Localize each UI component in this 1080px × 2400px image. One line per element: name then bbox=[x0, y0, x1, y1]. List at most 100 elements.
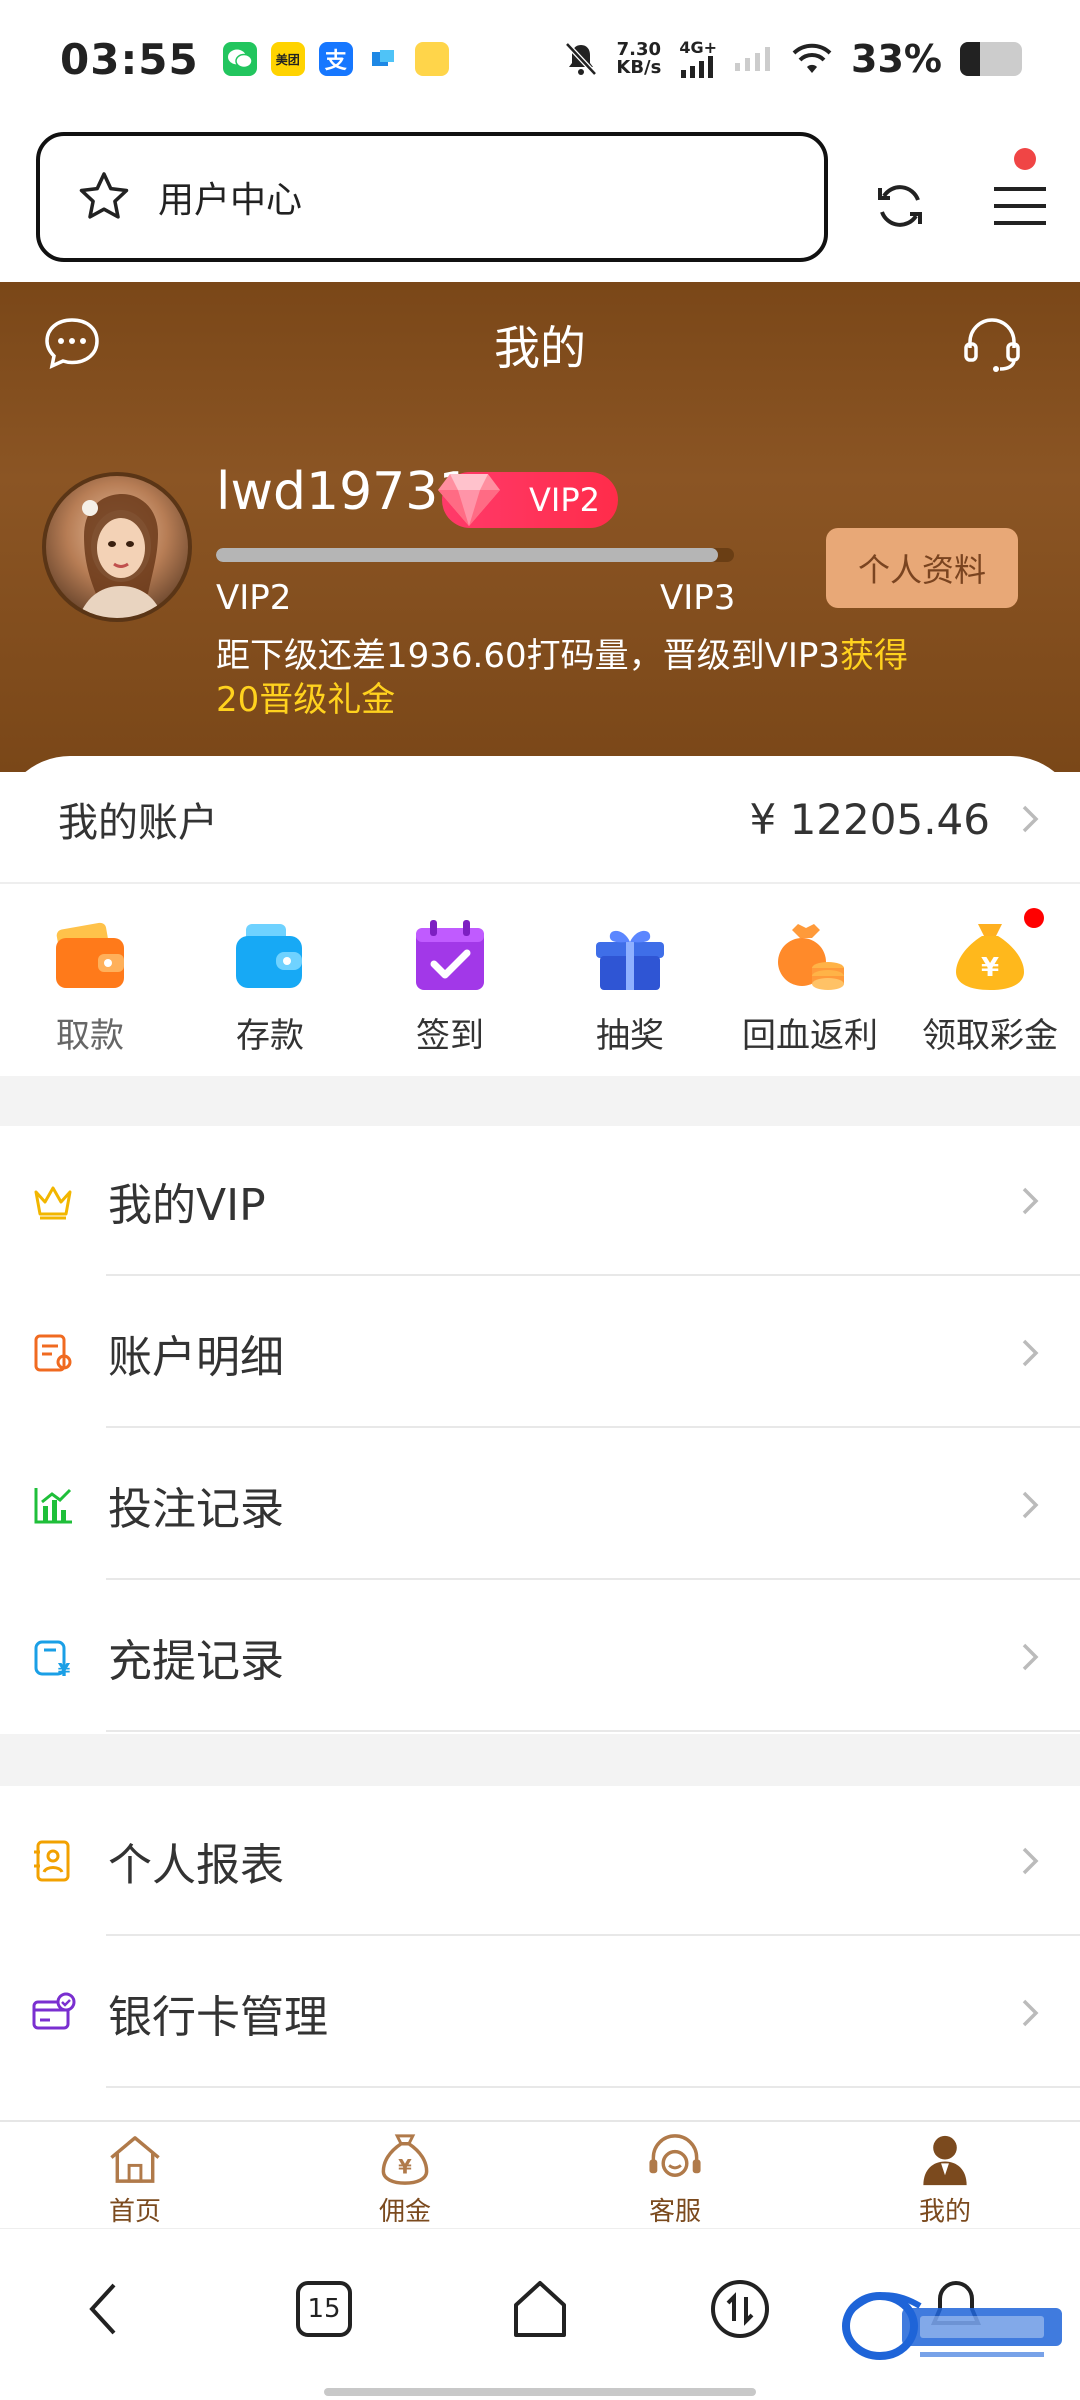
home-indicator bbox=[324, 2388, 756, 2396]
quick-checkin[interactable]: 签到 bbox=[360, 886, 540, 1076]
chevron-right-icon bbox=[1022, 1999, 1039, 2027]
mute-bell-icon bbox=[565, 42, 598, 76]
notification-dot bbox=[1014, 148, 1036, 170]
tabs-button[interactable]: 15 bbox=[284, 2269, 364, 2349]
section-divider bbox=[0, 1734, 1080, 1786]
user-icon bbox=[923, 2135, 967, 2186]
status-time: 03:55 bbox=[60, 34, 199, 84]
avatar-portrait bbox=[78, 494, 164, 618]
signal-bars-2-icon bbox=[735, 47, 771, 71]
home-nav-button[interactable] bbox=[500, 2269, 580, 2349]
battery-icon bbox=[960, 42, 1022, 76]
chevron-right-icon bbox=[1022, 1491, 1039, 1519]
menu-recharge-record[interactable]: ¥ 充提记录 bbox=[0, 1582, 1080, 1732]
row-separator bbox=[106, 1274, 1080, 1276]
battery-percent: 33% bbox=[851, 37, 942, 81]
headset-icon[interactable] bbox=[960, 312, 1024, 376]
refresh-button[interactable] bbox=[860, 166, 940, 246]
quick-deposit[interactable]: 存款 bbox=[180, 886, 360, 1076]
quick-deposit-label: 存款 bbox=[236, 1016, 304, 1056]
menu-bet-record[interactable]: 投注记录 bbox=[0, 1430, 1080, 1580]
customer-service-icon bbox=[649, 2134, 701, 2177]
notes-app-icon bbox=[414, 42, 449, 76]
tab-mine-label: 我的 bbox=[918, 2197, 971, 2227]
gift-box-icon bbox=[596, 930, 664, 990]
profile-button[interactable]: 个人资料 bbox=[826, 528, 1018, 608]
row-separator bbox=[106, 1426, 1080, 1428]
alipay-icon: 支 bbox=[318, 42, 353, 76]
profile-header: 我的 lwd19731 VIP2 VIP2 VIP3 个人资料 距下级还差193… bbox=[0, 282, 1080, 772]
calendar-check-icon bbox=[416, 920, 484, 990]
quick-rebate[interactable]: 回血返利 bbox=[720, 886, 900, 1076]
back-button[interactable] bbox=[64, 2269, 144, 2349]
chevron-right-icon bbox=[1022, 1187, 1039, 1215]
bookmark-star-icon[interactable] bbox=[76, 169, 132, 225]
menu-my-vip[interactable]: 我的VIP bbox=[0, 1126, 1080, 1276]
back-arrow-icon bbox=[89, 2283, 116, 2335]
upgrade-hint-text: 距下级还差1936.60打码量，晋级到VIP3 bbox=[216, 636, 841, 676]
bottom-tab-bar: 首页 ¥ 佣金 客服 我的 bbox=[0, 2120, 1080, 2228]
wallet-icon bbox=[56, 922, 124, 988]
wechat-icon bbox=[222, 42, 257, 76]
browser-toolbar: 用户中心 bbox=[0, 118, 1080, 282]
commission-bag-icon: ¥ bbox=[381, 2134, 429, 2185]
menu-personal-report[interactable]: 个人报表 bbox=[0, 1786, 1080, 1936]
account-label: 我的账户 bbox=[58, 800, 218, 846]
crown-icon bbox=[34, 1186, 72, 1220]
quick-actions: 取款 存款 签到 抽奖 回血返利 ¥ 领取彩金 bbox=[0, 886, 1080, 1076]
quick-checkin-label: 签到 bbox=[416, 1016, 484, 1056]
tab-customer-service-label: 客服 bbox=[648, 2197, 701, 2227]
wifi-icon bbox=[792, 43, 832, 73]
refresh-icon bbox=[878, 185, 922, 227]
data-saver-button[interactable] bbox=[700, 2269, 780, 2349]
account-detail-icon bbox=[34, 1334, 72, 1372]
my-account-row[interactable]: 我的账户 ¥ 12205.46 bbox=[0, 756, 1080, 884]
signal-4g: 4G+ bbox=[679, 40, 717, 78]
menu-account-detail[interactable]: 账户明细 bbox=[0, 1278, 1080, 1428]
recharge-record-icon: ¥ bbox=[34, 1640, 71, 1680]
personal-report-icon bbox=[34, 1840, 70, 1882]
username: lwd19731 bbox=[216, 462, 472, 522]
tab-commission[interactable]: ¥ 佣金 bbox=[270, 2122, 540, 2228]
menu-button[interactable] bbox=[980, 148, 1060, 246]
quick-lottery[interactable]: 抽奖 bbox=[540, 886, 720, 1076]
coin-bag-icon bbox=[778, 924, 844, 990]
tab-commission-label: 佣金 bbox=[378, 2197, 431, 2227]
avatar[interactable] bbox=[42, 472, 192, 622]
chevron-right-icon bbox=[1022, 1643, 1039, 1671]
address-bar[interactable]: 用户中心 bbox=[36, 132, 828, 262]
quick-bonus[interactable]: ¥ 领取彩金 bbox=[900, 886, 1080, 1076]
row-separator bbox=[106, 1578, 1080, 1580]
level-current: VIP2 bbox=[216, 578, 292, 618]
menu-bank-card[interactable]: 银行卡管理 bbox=[0, 1938, 1080, 2088]
home-icon bbox=[110, 2136, 160, 2183]
menu-bet-record-label: 投注记录 bbox=[108, 1484, 284, 1535]
vip-progress-bar bbox=[216, 548, 734, 562]
tab-mine[interactable]: 我的 bbox=[810, 2122, 1080, 2228]
bonus-notification-dot bbox=[1024, 908, 1044, 928]
home-outline-icon bbox=[514, 2281, 566, 2337]
status-app-icons: 美团 支 bbox=[222, 42, 449, 76]
notification-app-icon bbox=[366, 42, 401, 76]
hamburger-menu-icon bbox=[994, 187, 1046, 225]
row-separator bbox=[106, 2086, 1080, 2088]
signal-bars-icon bbox=[681, 56, 714, 78]
menu-account-detail-label: 账户明细 bbox=[108, 1332, 284, 1383]
vip-badge-label: VIP2 bbox=[529, 481, 600, 519]
section-divider bbox=[0, 1076, 1080, 1126]
tab-home[interactable]: 首页 bbox=[0, 2122, 270, 2228]
address-text: 用户中心 bbox=[158, 180, 303, 221]
menu-personal-report-label: 个人报表 bbox=[108, 1840, 284, 1891]
svg-text:¥: ¥ bbox=[58, 1660, 71, 1680]
quick-withdraw[interactable]: 取款 bbox=[0, 886, 180, 1076]
quick-withdraw-label: 取款 bbox=[56, 1016, 124, 1056]
meituan-icon: 美团 bbox=[270, 42, 305, 76]
level-next: VIP3 bbox=[660, 578, 736, 618]
tab-customer-service[interactable]: 客服 bbox=[540, 2122, 810, 2228]
chevron-right-icon bbox=[1022, 1339, 1039, 1367]
bank-card-icon bbox=[32, 1992, 76, 2030]
up-down-arrows-icon bbox=[711, 2280, 769, 2338]
page-title: 我的 bbox=[494, 321, 586, 375]
tabs-count: 15 bbox=[307, 2294, 341, 2324]
upgrade-hint: 距下级还差1936.60打码量，晋级到VIP3获得20晋级礼金 bbox=[216, 634, 916, 722]
